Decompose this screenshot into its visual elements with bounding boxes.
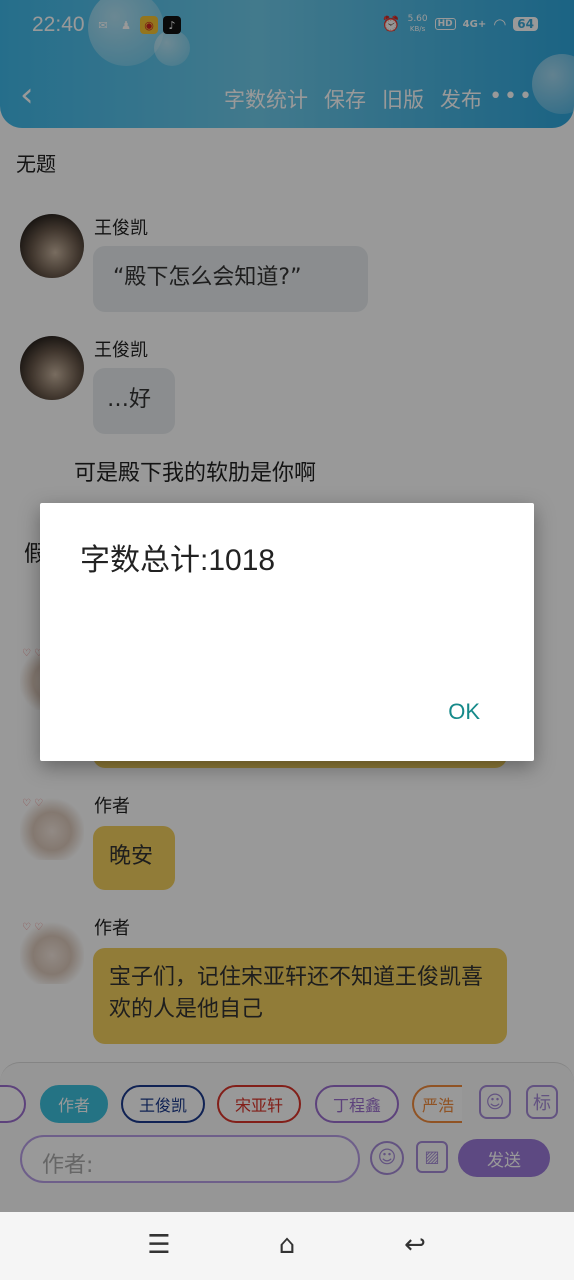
dialog-message: 字数总计:1018 xyxy=(80,544,276,577)
menu-icon[interactable]: ☰ xyxy=(144,1230,174,1260)
ok-button[interactable]: OK xyxy=(448,699,480,725)
system-nav-bar: ☰ ⌂ ↩ xyxy=(0,1212,574,1280)
home-icon[interactable]: ⌂ xyxy=(272,1230,302,1260)
back-nav-icon[interactable]: ↩ xyxy=(400,1230,430,1260)
word-count-dialog: 字数总计:1018 OK xyxy=(40,503,534,761)
